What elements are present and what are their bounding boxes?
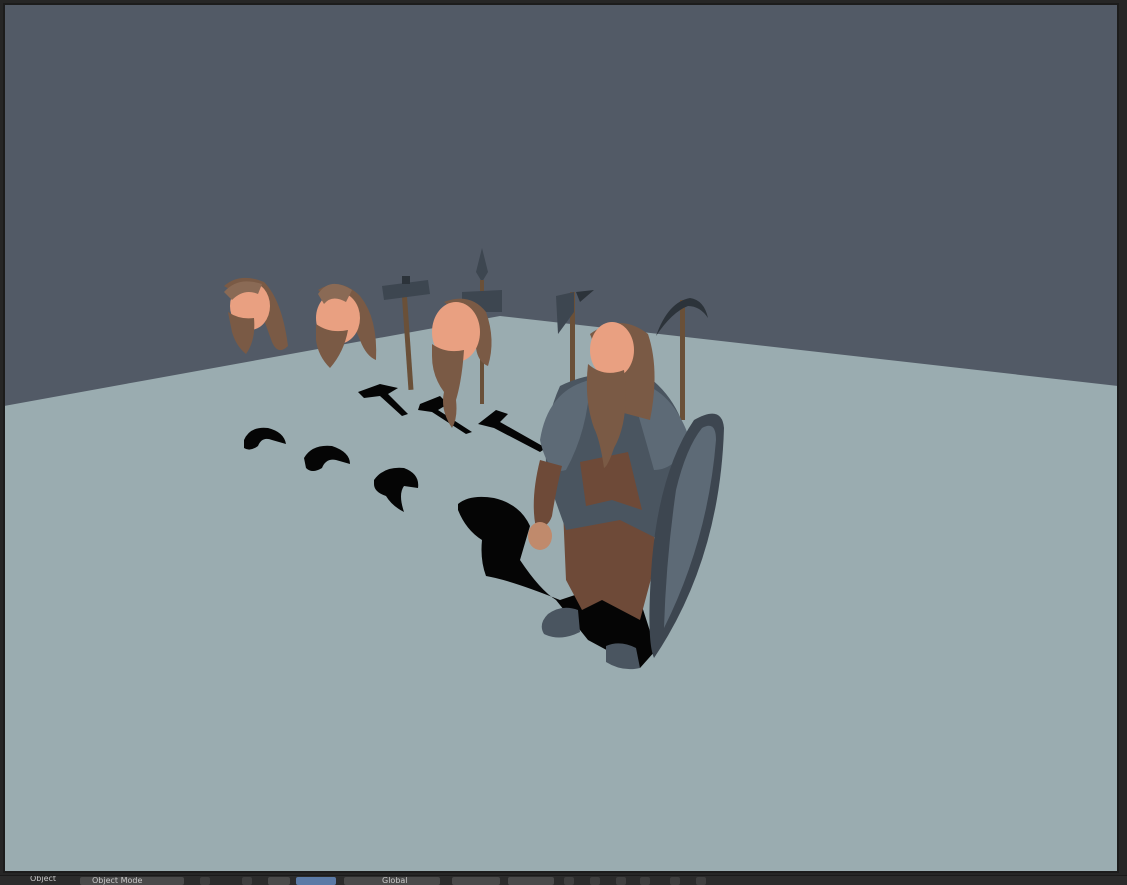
magnet-icon[interactable]	[640, 877, 650, 885]
snap-icon[interactable]	[590, 877, 600, 885]
layers-group-1[interactable]	[452, 877, 500, 885]
3d-viewport[interactable]	[0, 0, 1127, 875]
viewport-header: Object Object Mode Global	[0, 875, 1127, 885]
layers-group-2[interactable]	[508, 877, 554, 885]
translate-button[interactable]	[296, 877, 336, 885]
hammer-head-side	[402, 276, 410, 284]
pickaxe-shaft	[680, 300, 685, 420]
shading-icon[interactable]	[200, 877, 210, 885]
dwarf-face	[590, 322, 634, 378]
mode-label: Object	[30, 875, 57, 883]
mode-select-text: Object Mode	[92, 876, 143, 885]
transform-toggle[interactable]	[268, 877, 290, 885]
proportional-icon[interactable]	[616, 877, 626, 885]
mode-select[interactable]: Object Mode	[80, 876, 184, 885]
render-icon[interactable]	[564, 877, 574, 885]
camera-icon[interactable]	[670, 877, 680, 885]
dwarf-hand-left	[528, 522, 552, 550]
pivot-select[interactable]: Global	[344, 876, 440, 885]
pivot-text: Global	[382, 876, 408, 885]
wand-icon[interactable]	[696, 877, 706, 885]
manipulator-icon[interactable]	[242, 877, 252, 885]
